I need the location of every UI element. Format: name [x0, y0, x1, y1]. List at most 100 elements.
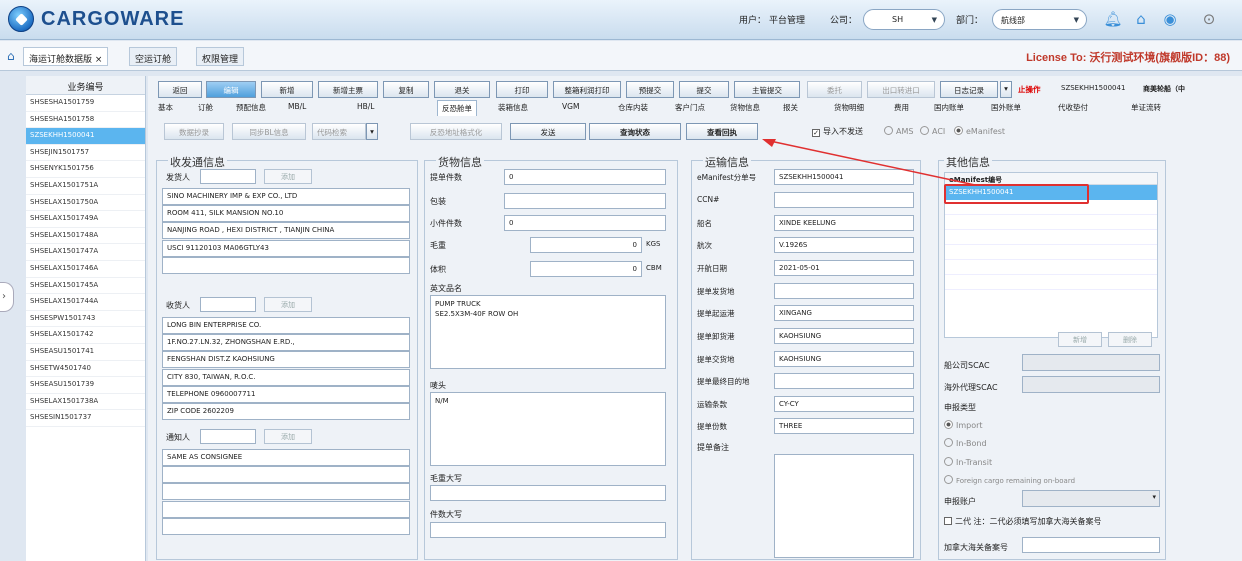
- tab-air-booking[interactable]: 空运订舱: [129, 47, 178, 66]
- expand-panel-handle[interactable]: ›: [0, 282, 14, 312]
- toolbar-button-10[interactable]: 主管提交: [734, 81, 800, 98]
- subtab-17[interactable]: 单证流转: [1131, 102, 1161, 113]
- subtab-13[interactable]: 费用: [894, 102, 909, 113]
- pieces-cap-input[interactable]: [430, 522, 666, 538]
- notify-code-input[interactable]: [200, 429, 256, 444]
- subtab-10[interactable]: 货物信息: [730, 102, 760, 113]
- subtab-3[interactable]: MB/L: [288, 102, 306, 111]
- canada-no-input[interactable]: [1022, 537, 1160, 553]
- list-item[interactable]: SZSEKHH1500041: [26, 128, 145, 145]
- weight-input[interactable]: 0: [530, 237, 642, 253]
- list-item[interactable]: SHSELAX1501745A: [26, 278, 145, 295]
- pieces-input[interactable]: 0: [504, 169, 666, 185]
- decl-foreign-radio[interactable]: Foreign cargo remaining on-board: [944, 475, 1075, 485]
- notify-line[interactable]: [162, 500, 410, 518]
- mode-aci-radio[interactable]: ACI: [920, 126, 945, 136]
- subtab-14[interactable]: 国内账单: [934, 102, 964, 113]
- subtab-12[interactable]: 货物明细: [834, 102, 864, 113]
- shipper-code-input[interactable]: [200, 169, 256, 184]
- transport-input-4[interactable]: 2021-05-01: [774, 260, 914, 276]
- list-item[interactable]: SHSESHA1501758: [26, 112, 145, 129]
- subtab-16[interactable]: 代收垫付: [1058, 102, 1088, 113]
- list-item[interactable]: SHSEASU1501741: [26, 344, 145, 361]
- scac-input[interactable]: [1022, 354, 1160, 371]
- subtab-11[interactable]: 报关: [783, 102, 798, 113]
- decl-import-radio[interactable]: Import: [944, 420, 983, 430]
- list-item[interactable]: SHSETW4501740: [26, 361, 145, 378]
- query-status-button[interactable]: 查询状态: [589, 123, 681, 140]
- mode-emanifest-radio[interactable]: eManifest: [954, 126, 1005, 136]
- notify-line[interactable]: [162, 517, 410, 535]
- list-item[interactable]: SHSELAX1501738A: [26, 394, 145, 411]
- list-item[interactable]: SHSESPW1501743: [26, 311, 145, 328]
- consignee-code-input[interactable]: [200, 297, 256, 312]
- transport-input-7[interactable]: KAOHSIUNG: [774, 328, 914, 344]
- notify-line[interactable]: SAME AS CONSIGNEE: [162, 449, 410, 466]
- toolbar-button-2[interactable]: 新增: [261, 81, 313, 98]
- toolbar-button-0[interactable]: 返回: [158, 81, 202, 98]
- subtab-6[interactable]: 装箱信息: [498, 102, 528, 113]
- notify-line[interactable]: [162, 466, 410, 484]
- code-lookup-select[interactable]: 代码检索: [312, 123, 366, 140]
- import-no-send-checkbox[interactable]: ✓ 导入不发送: [812, 126, 863, 137]
- transport-input-5[interactable]: [774, 283, 914, 299]
- sync-bl-button[interactable]: 同步BL信息: [232, 123, 306, 140]
- toolbar-button-5[interactable]: 退关: [434, 81, 490, 98]
- list-item[interactable]: SHSELAX1501746A: [26, 261, 145, 278]
- transport-input-1[interactable]: [774, 192, 914, 208]
- decl-account-select[interactable]: ▾: [1022, 490, 1160, 507]
- transport-input-10[interactable]: CY-CY: [774, 396, 914, 412]
- subtab-15[interactable]: 国外账单: [991, 102, 1021, 113]
- consignee-line[interactable]: FENGSHAN DIST.Z KAOHSIUNG: [162, 351, 410, 369]
- chevron-down-icon[interactable]: ▾: [366, 123, 378, 140]
- marks-textarea[interactable]: N/M: [430, 392, 666, 466]
- list-item[interactable]: SHSELAX1501749A: [26, 211, 145, 228]
- help-icon[interactable]: ◉: [1160, 9, 1180, 29]
- anti-terror-format-button[interactable]: 反恐地址格式化: [410, 123, 502, 140]
- subtab-5[interactable]: 反恐舱单: [437, 100, 477, 116]
- consignee-add-button[interactable]: 添加: [264, 297, 312, 312]
- transport-input-2[interactable]: XINDE KEELUNG: [774, 215, 914, 231]
- toolbar-button-13[interactable]: 日志记录: [940, 81, 998, 98]
- mode-ams-radio[interactable]: AMS: [884, 126, 913, 136]
- toolbar-button-11[interactable]: 委托: [807, 81, 862, 98]
- company-select[interactable]: SH ▼: [863, 9, 945, 30]
- view-receipt-button[interactable]: 查看回执: [686, 123, 758, 140]
- list-item[interactable]: SHSELAX1501751A: [26, 178, 145, 195]
- home-tab-icon[interactable]: ⌂: [7, 49, 15, 63]
- transport-input-6[interactable]: XINGANG: [774, 305, 914, 321]
- stop-operation-button[interactable]: 止操作: [1018, 81, 1058, 98]
- toolbar-button-3[interactable]: 新增主票: [318, 81, 378, 98]
- other-add-button[interactable]: 新增: [1058, 332, 1102, 347]
- shipper-line[interactable]: [162, 256, 410, 274]
- volume-input[interactable]: 0: [530, 261, 642, 277]
- bell-icon[interactable]: 🔔︎: [1103, 9, 1123, 29]
- shipper-line[interactable]: ROOM 411, SILK MANSION NO.10: [162, 205, 410, 223]
- consignee-line[interactable]: CITY 830, TAIWAN, R.O.C.: [162, 368, 410, 386]
- subtab-4[interactable]: HB/L: [357, 102, 375, 111]
- toolbar-button-9[interactable]: 提交: [679, 81, 729, 98]
- list-item[interactable]: SHSELAX1501750A: [26, 195, 145, 212]
- toolbar-button-12[interactable]: 出口转进口: [867, 81, 935, 98]
- small-pieces-input[interactable]: 0: [504, 215, 666, 231]
- consignee-line[interactable]: LONG BIN ENTERPRISE CO.: [162, 317, 410, 334]
- shipper-add-button[interactable]: 添加: [264, 169, 312, 184]
- list-item[interactable]: SHSESIN1501737: [26, 410, 145, 427]
- consignee-line[interactable]: 1F.NO.27.LN.32, ZHONGSHAN E.RD.,: [162, 334, 410, 352]
- shipper-line[interactable]: USCI 91120103 MA06GTLY43: [162, 239, 410, 257]
- subtab-2[interactable]: 预配信息: [236, 102, 266, 113]
- toolbar-button-7[interactable]: 整箱利润打印: [553, 81, 621, 98]
- list-item[interactable]: SHSELAX1501744A: [26, 294, 145, 311]
- list-item[interactable]: SHSENYK1501756: [26, 161, 145, 178]
- desc-textarea[interactable]: PUMP TRUCK SE2.5X3M-40F ROW OH: [430, 295, 666, 369]
- remark-textarea[interactable]: [774, 454, 914, 558]
- notify-line[interactable]: [162, 483, 410, 501]
- toolbar-button-1[interactable]: 编辑: [206, 81, 256, 98]
- consignee-line[interactable]: TELEPHONE 0960007711: [162, 385, 410, 403]
- list-item[interactable]: SHSELAX1501747A: [26, 244, 145, 261]
- transport-input-9[interactable]: [774, 373, 914, 389]
- package-input[interactable]: [504, 193, 666, 209]
- toolbar-button-4[interactable]: 复制: [383, 81, 429, 98]
- transport-input-3[interactable]: V.1926S: [774, 237, 914, 253]
- list-item[interactable]: SHSEJIN1501757: [26, 145, 145, 162]
